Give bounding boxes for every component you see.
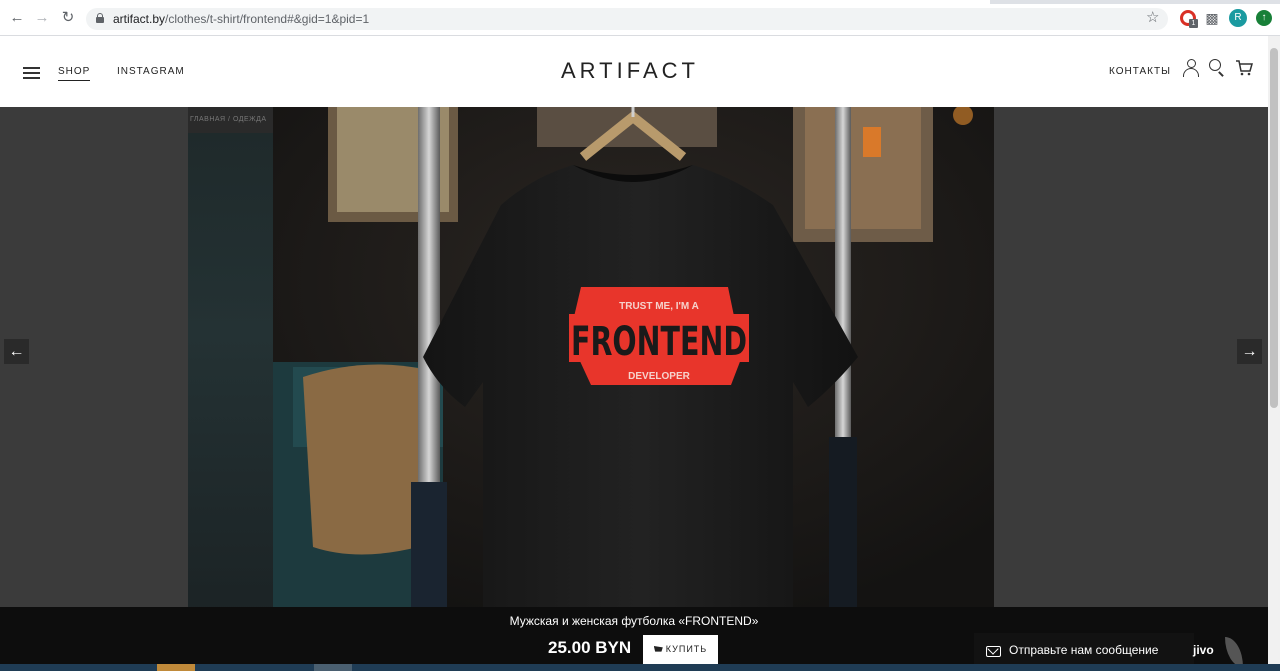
background-photo-strip [188, 133, 273, 633]
bookmark-star-icon[interactable]: ☆ [1146, 9, 1159, 27]
next-arrow-icon[interactable]: → [1237, 339, 1262, 364]
taskbar-item[interactable] [157, 664, 195, 671]
address-bar[interactable]: artifact.by/clothes/t-shirt/frontend#&gi… [86, 8, 1168, 30]
shirt-print-bottom: DEVELOPER [628, 371, 690, 382]
os-taskbar [0, 664, 1280, 671]
active-tab[interactable] [0, 0, 990, 4]
buy-cart-icon [653, 646, 663, 652]
extensions-puzzle-icon[interactable]: ▩ [1205, 11, 1219, 25]
extension-red-icon[interactable]: 1 [1180, 10, 1198, 28]
message-icon [986, 646, 1001, 657]
profile-avatar[interactable]: R [1229, 9, 1247, 27]
taskbar-item[interactable] [314, 664, 352, 671]
search-icon[interactable] [1208, 59, 1226, 77]
scrollbar-thumb[interactable] [1270, 48, 1278, 408]
product-title: Мужская и женская футболка «FRONTEND» [509, 614, 759, 628]
gallery-lightbox: ГЛАВНАЯ / ОДЕЖДА TRUST ME, I'M A FRONTEN… [0, 107, 1268, 671]
prev-arrow-icon[interactable]: ← [4, 339, 29, 364]
breadcrumb[interactable]: ГЛАВНАЯ / ОДЕЖДА [190, 116, 273, 123]
menu-burger-icon[interactable] [23, 67, 40, 79]
chat-label[interactable]: Отправьте нам сообщение [1009, 643, 1158, 657]
url-text[interactable]: artifact.by/clothes/t-shirt/frontend#&gi… [113, 12, 369, 26]
site-header: SHOP INSTAGRAM ARTIFACT КОНТАКТЫ [0, 36, 1268, 107]
update-arrow-icon[interactable]: ↑ [1256, 10, 1272, 26]
shirt-print-top: TRUST ME, I'M A [619, 301, 699, 312]
back-icon[interactable]: ← [9, 10, 25, 26]
nav-instagram-link[interactable]: INSTAGRAM [117, 66, 185, 77]
nav-contacts-link[interactable]: КОНТАКТЫ [1109, 66, 1171, 77]
product-photo: TRUST ME, I'M A FRONTEND DEVELOPER [273, 107, 994, 607]
buy-button[interactable]: КУПИТЬ [643, 635, 718, 664]
cart-icon[interactable] [1235, 59, 1253, 77]
page-scrollbar[interactable] [1268, 36, 1280, 664]
tab-strip [0, 0, 1280, 4]
shirt-print-main: FRONTEND [571, 319, 747, 365]
forward-icon[interactable]: → [34, 10, 50, 26]
browser-toolbar: ← → ↻ artifact.by/clothes/t-shirt/fronte… [0, 0, 1280, 36]
product-price: 25.00 BYN [548, 638, 632, 657]
reload-icon[interactable]: ↻ [60, 10, 76, 26]
extension-badge: 1 [1189, 19, 1198, 28]
site-logo[interactable]: ARTIFACT [561, 58, 699, 84]
lock-icon[interactable] [96, 13, 104, 23]
buy-button-label: КУПИТЬ [665, 644, 708, 654]
nav-shop-link[interactable]: SHOP [58, 66, 91, 81]
user-icon[interactable] [1182, 59, 1200, 77]
chat-brand: jivo [1193, 643, 1214, 657]
